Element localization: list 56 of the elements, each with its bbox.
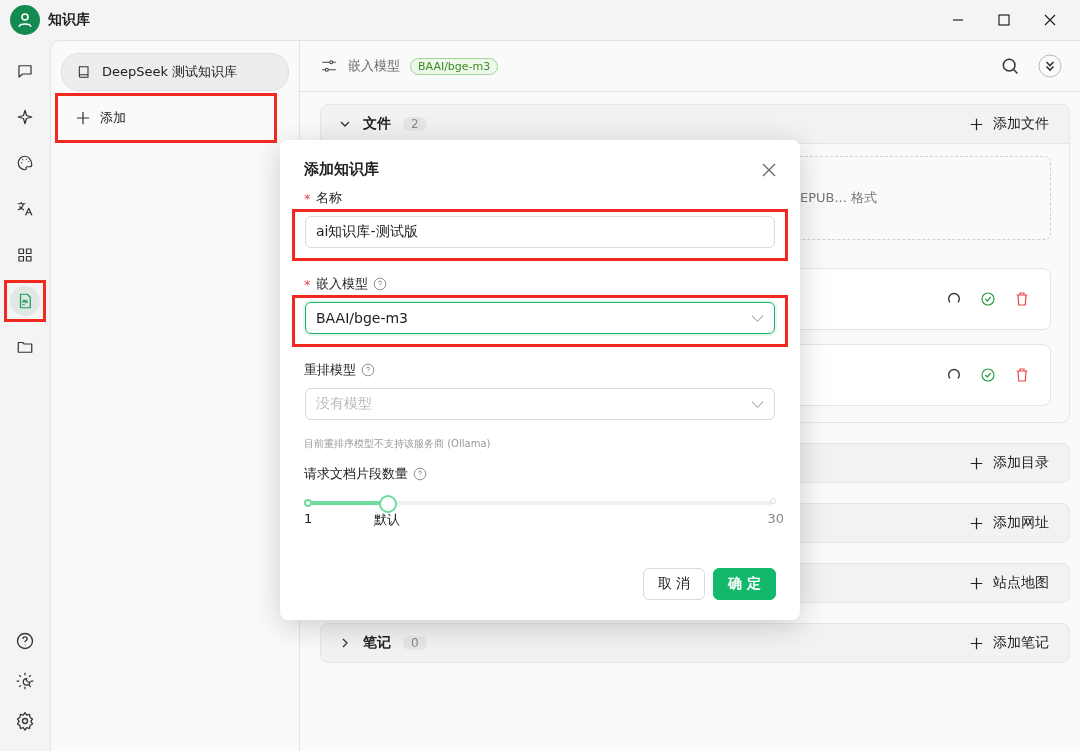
plus-icon [970,456,983,470]
cancel-button[interactable]: 取 消 [642,568,706,600]
window-title: 知识库 [48,11,90,29]
add-action-button[interactable]: 添加笔记 [964,633,1055,653]
required-mark: * [304,190,311,206]
slider-start-dot [304,499,312,507]
sliders-icon [320,57,338,75]
chat-icon [16,62,34,80]
dropzone-text: EPUB... 格式 [800,189,878,207]
search-icon[interactable] [1000,56,1020,76]
add-action-button[interactable]: 站点地图 [964,573,1055,593]
plus-icon [970,117,983,131]
add-action-button[interactable]: 添加目录 [964,453,1055,473]
knowledge-base-item[interactable]: DeepSeek 测试知识库 [61,53,289,91]
plus-icon [970,576,983,590]
maximize-icon[interactable] [998,14,1010,26]
plus-icon [970,636,983,650]
trash-icon[interactable] [1014,367,1030,383]
field-label: 嵌入模型 [315,275,368,293]
count-badge: 2 [403,117,427,131]
knowledge-base-name: DeepSeek 测试知识库 [102,63,238,81]
dialog-title: 添加知识库 [304,160,379,179]
slider-default-label: 默认 [373,511,400,529]
add-action-button[interactable]: 添加文件 [964,114,1055,134]
sparkle-icon [16,108,34,126]
field-label: 名称 [315,189,342,207]
embedding-model-label: 嵌入模型 [348,57,400,75]
book-icon [76,64,92,80]
slider-end-dot [770,498,776,504]
section-title: 文件 [363,115,391,133]
collapse-all-icon[interactable] [1038,54,1062,78]
slider-handle[interactable] [378,495,397,513]
settings-icon[interactable] [15,711,35,731]
field-label: 重排模型 [304,361,356,379]
close-icon[interactable] [1044,14,1056,26]
name-input-field[interactable]: ai知识库-测试版 [305,216,775,248]
theme-icon[interactable] [15,671,35,691]
add-action-button[interactable]: 添加网址 [964,513,1055,533]
grid-icon [16,246,34,264]
help-icon[interactable] [15,631,35,651]
add-button[interactable]: 添加 [58,98,144,138]
plus-icon [970,516,983,530]
slider-max-label: 30 [767,511,784,526]
section-title: 笔记 [363,634,391,652]
trash-icon[interactable] [1014,291,1030,307]
palette-icon [16,154,34,172]
avatar-icon[interactable] [10,5,40,35]
required-mark: * [304,276,311,292]
model-tag: BAAI/bge-m3 [410,57,499,75]
translate-icon [16,200,34,218]
plus-icon [76,111,90,125]
model-select[interactable]: BAAI/bge-m3 [305,302,775,334]
count-badge: 0 [403,636,427,650]
field-label: 请求文档片段数量 [304,465,408,483]
hint-text: 目前重排序模型不支持该服务商 (Ollama) [304,437,492,451]
slider-min-label: 1 [304,511,313,526]
